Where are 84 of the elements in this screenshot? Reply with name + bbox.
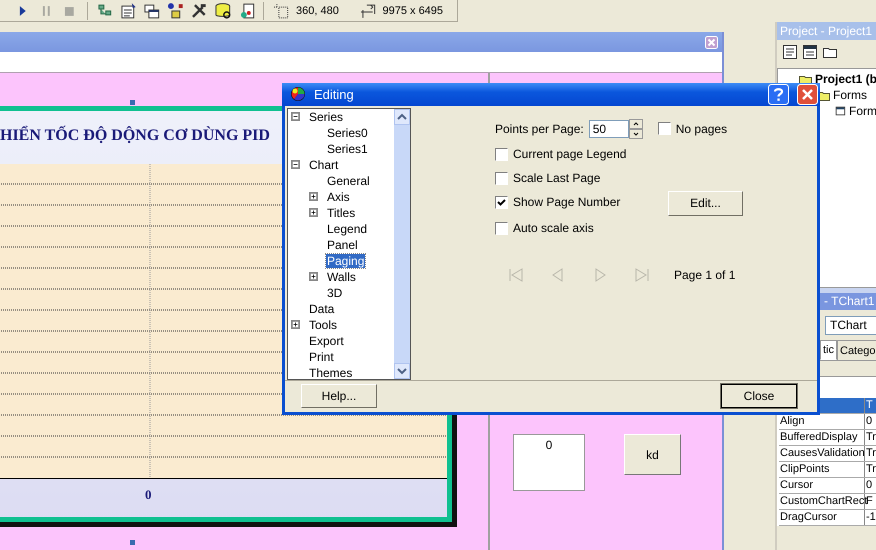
size-readout: 9975 x 6495 [382, 4, 444, 16]
expand-icon[interactable] [291, 320, 300, 330]
value-field[interactable]: 0 [513, 434, 585, 491]
property-name: Cursor [779, 478, 865, 493]
checkbox-label[interactable]: No pages [676, 122, 728, 136]
tree-item[interactable]: Series0 [326, 126, 369, 140]
selection-icon [272, 2, 290, 20]
tree-item[interactable]: Axis [326, 190, 351, 204]
checkbox[interactable] [495, 222, 508, 235]
tree-item[interactable]: Print [308, 350, 335, 364]
object-dropdown[interactable]: TChart [825, 316, 876, 335]
tree-item[interactable]: Forms [833, 88, 867, 102]
checkbox-label[interactable]: Current page Legend [513, 147, 626, 162]
property-value[interactable]: 0 [865, 478, 876, 493]
tree-item[interactable]: Export [308, 334, 345, 348]
expand-icon[interactable] [309, 208, 318, 218]
tools-icon[interactable] [190, 2, 208, 20]
tab[interactable]: Catego [837, 340, 876, 360]
collapse-icon[interactable] [291, 160, 300, 170]
property-name: ClipPoints [779, 462, 865, 477]
database-icon[interactable] [214, 2, 232, 20]
checkbox-label[interactable]: Scale Last Page [513, 171, 600, 186]
page-indicator: Page 1 of 1 [674, 268, 736, 282]
axis-label: 0 [145, 487, 152, 503]
windows-icon[interactable] [143, 2, 161, 20]
close-button[interactable]: Close [721, 384, 797, 408]
form-icon [834, 104, 846, 118]
property-name: BufferedDisplay [779, 430, 865, 445]
tree-item[interactable]: General [326, 174, 371, 188]
tree-item[interactable]: 3D [326, 286, 344, 300]
spinner-icon[interactable] [628, 118, 643, 139]
window-title: Editing [314, 86, 355, 102]
checkbox[interactable] [495, 172, 508, 185]
selection-handle-icon[interactable] [130, 100, 135, 105]
tree-item[interactable]: Panel [326, 238, 359, 252]
property-name: CustomChartRect [779, 494, 865, 509]
panel-title: Project - Project1 [777, 22, 876, 40]
selection-handle-icon[interactable] [130, 540, 135, 545]
tree-item[interactable]: Titles [326, 206, 356, 220]
help-button[interactable]: Help... [301, 384, 377, 408]
tree-item[interactable]: Series [308, 110, 344, 124]
tree-item[interactable]: Series1 [326, 142, 369, 156]
tree-item[interactable]: Themes [308, 366, 354, 379]
components-icon[interactable] [166, 2, 184, 20]
details-icon[interactable] [802, 44, 818, 60]
tree-item[interactable]: Chart [308, 158, 340, 172]
checkbox[interactable] [495, 148, 508, 161]
property-name: DragCursor [779, 510, 865, 525]
points-per-page-field[interactable]: 50 [588, 120, 629, 138]
scroll-down-icon[interactable] [394, 362, 410, 379]
close-icon[interactable] [797, 84, 818, 105]
checkbox-label[interactable]: Auto scale axis [513, 221, 594, 236]
chart-icon [290, 86, 306, 102]
form-icon[interactable] [120, 2, 138, 20]
property-value[interactable]: Tr [865, 430, 876, 445]
tree-item[interactable]: Tools [308, 318, 338, 332]
property-name: CausesValidation [779, 446, 865, 461]
property-value[interactable]: T [865, 398, 876, 413]
chart-title: HIỂN TỐC ĐỘ DỘNG CƠ DÙNG PID [0, 127, 270, 145]
property-value[interactable]: 0 [865, 414, 876, 429]
tree-item[interactable]: Paging [326, 254, 366, 268]
collapse-icon[interactable] [291, 112, 300, 122]
scroll-up-icon[interactable] [394, 108, 410, 125]
checkbox[interactable] [495, 196, 508, 209]
tab[interactable]: tic [820, 340, 837, 360]
checkbox-label[interactable]: Show Page Number [513, 195, 620, 210]
size-icon [358, 2, 376, 20]
expand-icon[interactable] [309, 272, 318, 282]
property-value[interactable]: Tr [865, 446, 876, 461]
tree-item[interactable]: Legend [326, 222, 368, 236]
property-value[interactable]: Tr [865, 462, 876, 477]
edit-button[interactable]: Edit... [668, 190, 743, 216]
property-value[interactable]: -1 [865, 510, 876, 525]
tree-item[interactable]: Data [308, 302, 336, 316]
kd-button[interactable]: kd [624, 434, 681, 475]
field-label: Points per Page: [495, 122, 584, 136]
tree-item[interactable]: Form [849, 104, 876, 118]
position-readout: 360, 480 [296, 4, 339, 16]
scrollbar[interactable] [394, 108, 410, 379]
checkbox[interactable] [658, 122, 671, 136]
list-icon[interactable] [782, 44, 798, 60]
expand-icon[interactable] [309, 192, 318, 202]
tree-item[interactable]: Walls [326, 270, 357, 284]
help-icon[interactable] [768, 84, 789, 105]
